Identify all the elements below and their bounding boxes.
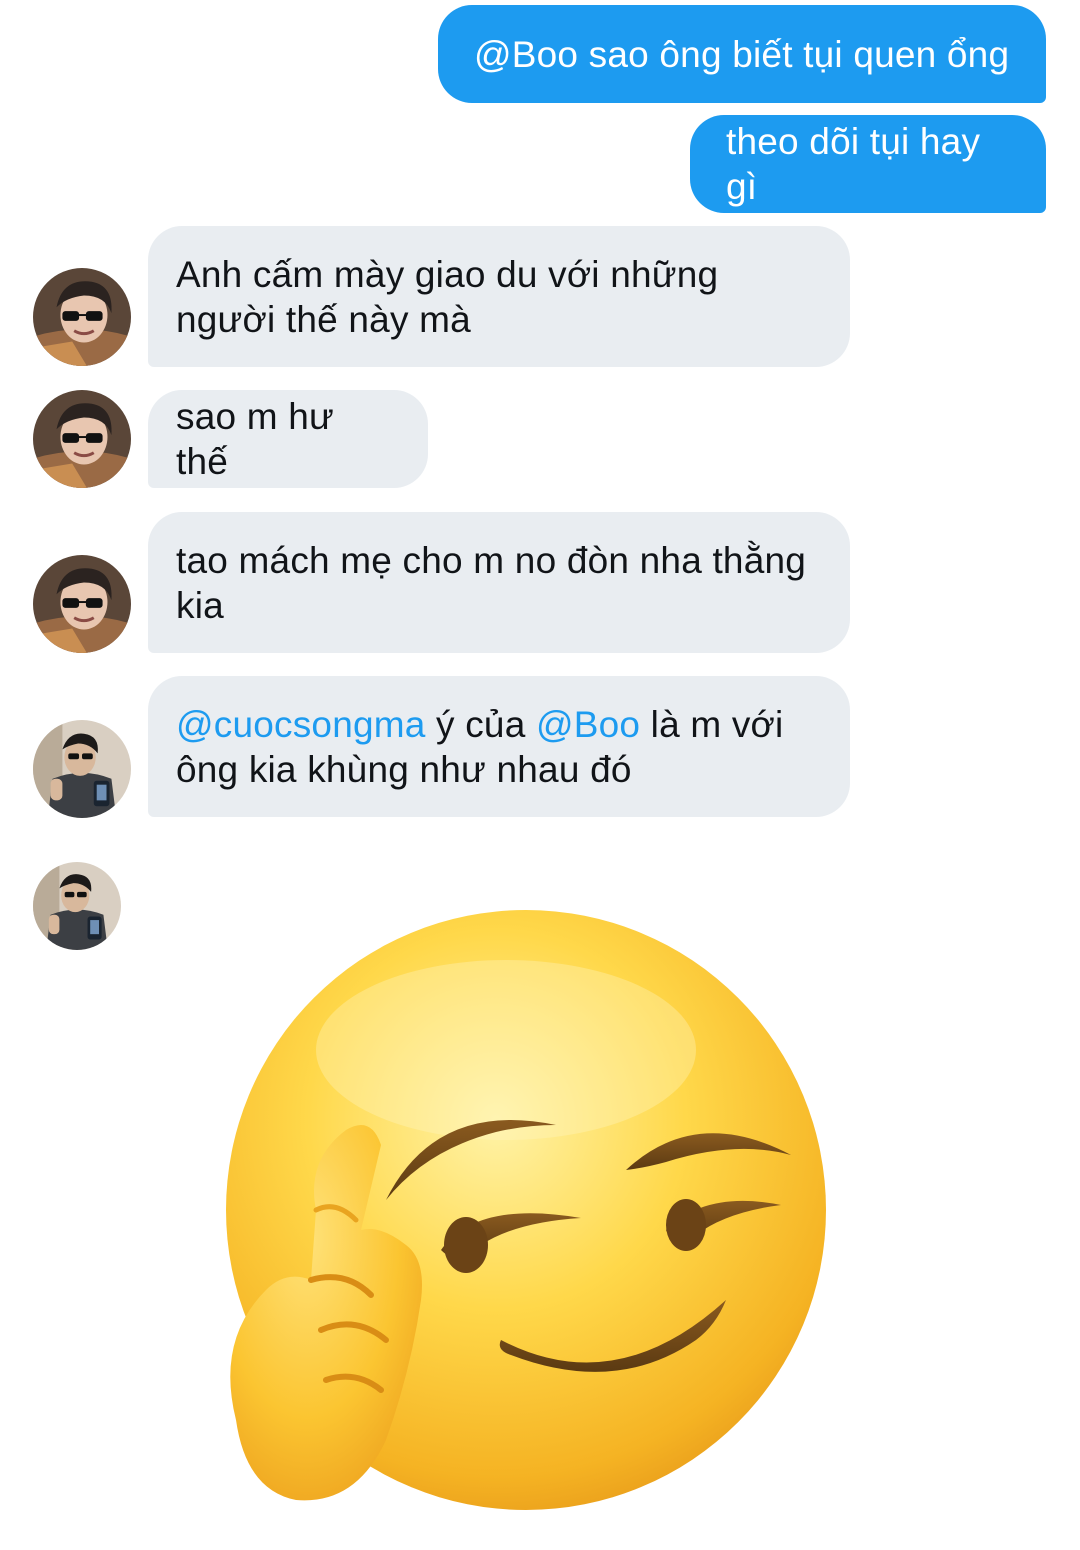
sender-avatar[interactable]: [33, 268, 131, 366]
sender-avatar[interactable]: [33, 555, 131, 653]
incoming-message-bubble[interactable]: @cuocsongma ý của @Boo là m với ông kia …: [148, 676, 850, 817]
message-text: @Boo sao ông biết tụi quen ổng: [474, 33, 1010, 75]
message-text: tao mách mẹ cho m no đòn nha thằng kia: [176, 539, 807, 626]
message-text: sao m hư thế: [176, 396, 334, 482]
avatar-photo-icon: [33, 268, 131, 366]
message-text-part: ý của: [425, 703, 536, 745]
avatar-photo-icon: [33, 720, 131, 818]
smirking-face-saluting-emoji-sticker[interactable]: [196, 900, 846, 1520]
outgoing-message-bubble[interactable]: @Boo sao ông biết tụi quen ổng: [438, 5, 1046, 103]
message-text: theo dõi tụi hay gì: [726, 121, 981, 207]
sender-avatar[interactable]: [33, 862, 121, 950]
message-text: @cuocsongma ý của @Boo là m với ông kia …: [176, 702, 818, 792]
outgoing-message-bubble[interactable]: theo dõi tụi hay gì: [690, 115, 1046, 213]
sender-avatar[interactable]: [33, 720, 131, 818]
incoming-message-bubble[interactable]: tao mách mẹ cho m no đòn nha thằng kia: [148, 512, 850, 653]
user-mention-link[interactable]: @cuocsongma: [176, 704, 426, 745]
avatar-photo-icon: [33, 555, 131, 653]
avatar-photo-icon: [33, 390, 131, 488]
avatar-photo-icon: [33, 862, 121, 950]
user-mention-link[interactable]: @Boo: [536, 704, 640, 745]
sender-avatar[interactable]: [33, 390, 131, 488]
incoming-message-bubble[interactable]: Anh cấm mày giao du với những người thế …: [148, 226, 850, 367]
message-text: Anh cấm mày giao du với những người thế …: [176, 253, 719, 340]
smirk-salute-emoji-icon: [226, 910, 826, 1510]
incoming-message-bubble[interactable]: sao m hư thế: [148, 390, 428, 488]
